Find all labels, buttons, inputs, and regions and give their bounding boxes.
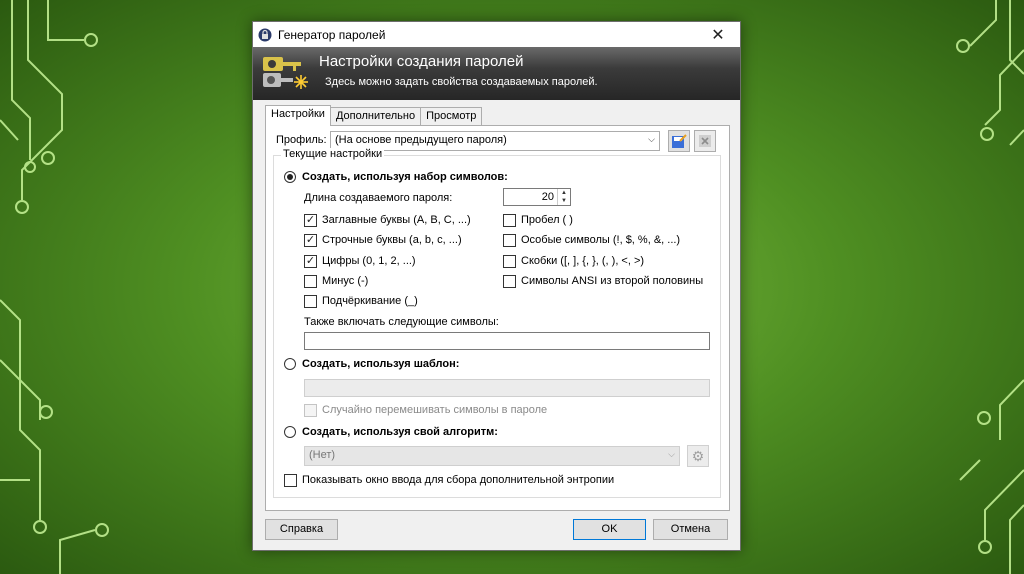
- cancel-button[interactable]: Отмена: [653, 519, 728, 540]
- checkbox-lowercase-label: Строчные буквы (a, b, c, ...): [322, 234, 462, 246]
- window-title: Генератор паролей: [278, 27, 386, 42]
- checkbox-brackets-label: Скобки ([, ], {, }, (, ), <, >): [521, 255, 645, 267]
- checkbox-brackets[interactable]: [503, 255, 516, 268]
- banner-subtitle: Здесь можно задать свойства создаваемых …: [325, 76, 598, 88]
- length-label: Длина создаваемого пароля:: [304, 192, 453, 204]
- header-banner: Настройки создания паролей Здесь можно з…: [253, 47, 740, 100]
- radio-pattern-label: Создать, используя шаблон:: [302, 358, 460, 370]
- pattern-input[interactable]: [304, 379, 710, 397]
- algorithm-settings-button[interactable]: ⚙: [687, 445, 709, 467]
- extra-chars-input[interactable]: [304, 332, 710, 350]
- checkbox-lowercase[interactable]: ✓: [304, 234, 317, 247]
- checkbox-special[interactable]: [503, 234, 516, 247]
- checkbox-space[interactable]: [503, 214, 516, 227]
- banner-title: Настройки создания паролей: [319, 53, 524, 70]
- checkbox-entropy[interactable]: [284, 474, 297, 487]
- length-value: 20: [541, 191, 554, 203]
- checkbox-digits-label: Цифры (0, 1, 2, ...): [322, 255, 416, 267]
- checkbox-entropy-label: Показывать окно ввода для сбора дополнит…: [302, 474, 615, 486]
- close-icon: ✕: [711, 26, 725, 44]
- checkbox-minus[interactable]: [304, 275, 317, 288]
- save-profile-icon: [672, 134, 687, 148]
- close-button[interactable]: ✕: [696, 22, 740, 47]
- checkbox-ansi-label: Символы ANSI из второй половины: [521, 275, 704, 287]
- tab-preview[interactable]: Просмотр: [420, 107, 483, 126]
- checkbox-shuffle[interactable]: [304, 404, 317, 417]
- profile-label: Профиль:: [276, 134, 327, 146]
- checkbox-underscore-label: Подчёркивание (_): [322, 295, 418, 307]
- checkbox-space-label: Пробел ( ): [521, 214, 573, 226]
- tab-advanced[interactable]: Дополнительно: [329, 107, 422, 126]
- checkbox-digits[interactable]: ✓: [304, 255, 317, 268]
- checkbox-minus-label: Минус (-): [322, 275, 369, 287]
- title-bar: Генератор паролей ✕: [253, 22, 740, 47]
- radio-algorithm[interactable]: [284, 426, 296, 438]
- spin-arrows-icon[interactable]: ▲ ▼: [557, 189, 570, 205]
- keepass-lock-icon: [258, 28, 272, 41]
- help-button[interactable]: Справка: [265, 519, 338, 540]
- radio-algorithm-label: Создать, используя свой алгоритм:: [302, 426, 498, 438]
- algorithm-select[interactable]: (Нет) ⌵: [304, 446, 680, 466]
- key-icon: [263, 57, 308, 89]
- length-stepper[interactable]: 20 ▲ ▼: [503, 188, 571, 206]
- checkbox-underscore[interactable]: [304, 295, 317, 308]
- checkbox-shuffle-label: Случайно перемешивать символы в пароле: [322, 404, 548, 416]
- chevron-down-icon: ⌵: [648, 134, 655, 144]
- profile-value: (На основе предыдущего пароля): [335, 134, 507, 146]
- checkbox-uppercase-label: Заглавные буквы (A, B, C, ...): [322, 214, 471, 226]
- radio-pattern[interactable]: [284, 358, 296, 370]
- current-settings-legend: Текущие настройки: [281, 148, 385, 160]
- gear-icon: ⚙: [691, 447, 705, 464]
- checkbox-special-label: Особые символы (!, $, %, &, ...): [521, 234, 681, 246]
- checkbox-ansi[interactable]: [503, 275, 516, 288]
- delete-profile-button[interactable]: [694, 130, 716, 152]
- chevron-down-icon: ⌵: [668, 449, 675, 459]
- settings-panel: Профиль: (На основе предыдущего пароля) …: [265, 125, 730, 511]
- tab-settings[interactable]: Настройки: [265, 105, 331, 126]
- radio-charset[interactable]: [284, 171, 296, 183]
- extra-chars-label: Также включать следующие символы:: [304, 316, 499, 328]
- delete-icon: [699, 135, 711, 147]
- password-generator-dialog: Генератор паролей ✕ Настройки создания п…: [252, 21, 741, 551]
- ok-button[interactable]: OK: [573, 519, 646, 540]
- tab-strip: Настройки Дополнительно Просмотр: [265, 105, 483, 126]
- algorithm-value: (Нет): [309, 449, 336, 461]
- radio-charset-label: Создать, используя набор символов:: [302, 171, 508, 183]
- checkbox-uppercase[interactable]: ✓: [304, 214, 317, 227]
- save-profile-button[interactable]: [668, 130, 690, 152]
